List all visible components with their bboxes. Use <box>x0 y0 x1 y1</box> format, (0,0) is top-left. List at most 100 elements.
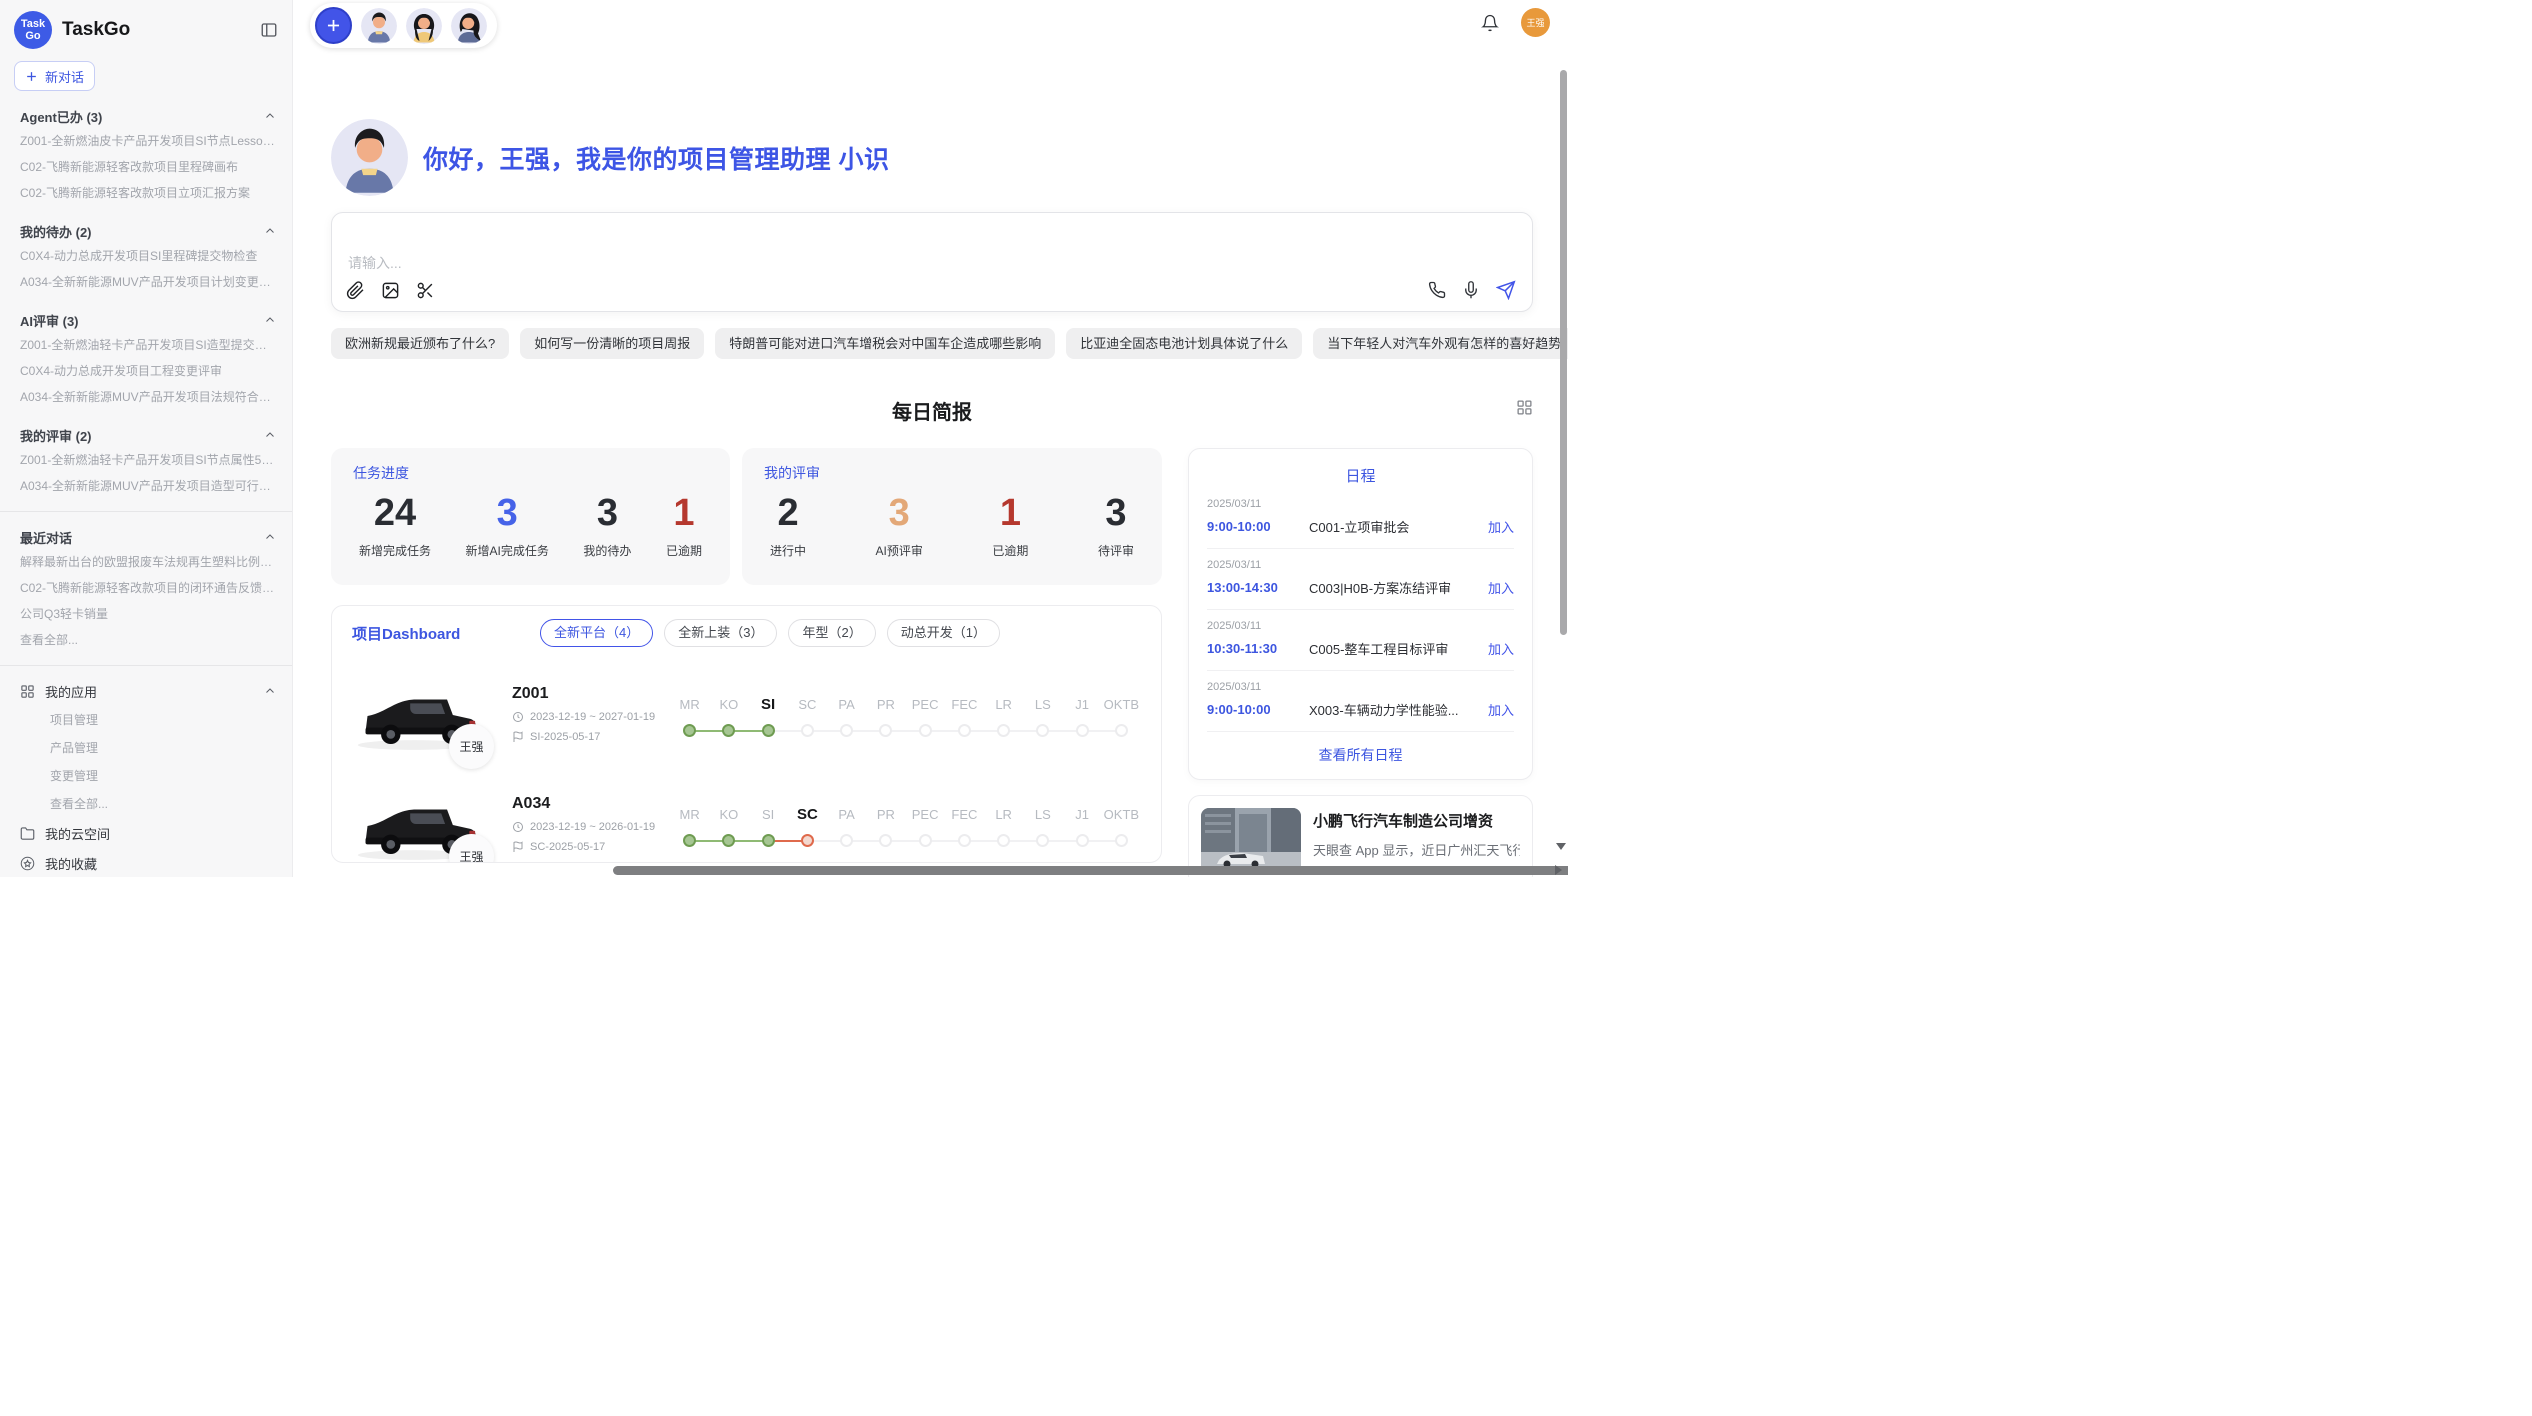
list-item[interactable]: C02-飞腾新能源轻客改款项目的闭环通告反馈情况 <box>0 575 292 601</box>
schedule-item[interactable]: 2025/03/11 10:30-11:30 C005-整车工程目标评审 加入 <box>1207 610 1514 671</box>
section-ai-review[interactable]: AI评审 (3) <box>0 308 292 332</box>
composer-tools-left <box>346 281 435 300</box>
tab-model-year[interactable]: 年型（2） <box>788 619 875 647</box>
sidebar-item-label: 我的云空间 <box>45 824 110 843</box>
dates-text: 2023-12-19 ~ 2027-01-19 <box>530 711 655 723</box>
list-item[interactable]: A034-全新新能源MUV产品开发项目造型可行性评审 <box>0 473 292 499</box>
section-recent-chats[interactable]: 最近对话 <box>0 525 292 549</box>
list-item[interactable]: C0X4-动力总成开发项目工程变更评审 <box>0 358 292 384</box>
suggestion-chip[interactable]: 欧洲新规最近颁布了什么? <box>331 328 509 359</box>
schedule-item[interactable]: 2025/03/11 13:00-14:30 C003|H0B-方案冻结评审 加… <box>1207 549 1514 610</box>
image-icon[interactable] <box>381 281 400 300</box>
project-name: A034 <box>512 795 664 813</box>
schedule-date: 2025/03/11 <box>1207 620 1514 632</box>
divider <box>0 511 292 512</box>
list-item[interactable]: Z001-全新燃油皮卡产品开发项目SI节点Lesson Learn报告 <box>0 128 292 154</box>
stat-in-progress: 2 进行中 <box>770 489 806 559</box>
clock-icon <box>512 711 524 723</box>
scroll-right-arrow[interactable] <box>1555 865 1562 875</box>
user-avatar[interactable]: 王强 <box>1521 8 1550 37</box>
list-item[interactable]: A034-全新新能源MUV产品开发项目计划变更表编写 <box>0 269 292 295</box>
suggestion-chip[interactable]: 当下年轻人对汽车外观有怎样的喜好趋势 <box>1313 328 1568 359</box>
agent-avatar-3[interactable] <box>451 8 487 44</box>
chevron-up-icon[interactable] <box>264 531 276 543</box>
list-item[interactable]: C02-飞腾新能源轻客改款项目里程碑画布 <box>0 154 292 180</box>
send-icon[interactable] <box>1496 280 1516 300</box>
stat-new-ai-done: 3 新增AI完成任务 <box>466 489 549 559</box>
section-my-review[interactable]: 我的评审 (2) <box>0 423 292 447</box>
project-image: 王强 <box>352 785 480 863</box>
phone-icon[interactable] <box>1428 281 1446 299</box>
sidebar-collapse-icon[interactable] <box>260 21 278 39</box>
microphone-icon[interactable] <box>1462 281 1480 299</box>
list-item[interactable]: Z001-全新燃油轻卡产品开发项目SI节点属性5D文件评审 <box>0 447 292 473</box>
app-item-project-mgmt[interactable]: 项目管理 <box>0 706 292 734</box>
chevron-up-icon[interactable] <box>264 225 276 237</box>
horizontal-scrollbar[interactable] <box>613 866 1568 875</box>
list-item[interactable]: Z001-全新燃油轻卡产品开发项目SI造型提交物评审 <box>0 332 292 358</box>
attachment-icon[interactable] <box>346 281 365 300</box>
sidebar-item-my-apps[interactable]: 我的应用 <box>0 676 292 706</box>
suggestion-chip[interactable]: 如何写一份清晰的项目周报 <box>520 328 704 359</box>
assistant-avatar <box>331 119 408 196</box>
layout-grid-icon[interactable] <box>1516 399 1533 416</box>
left-column: 任务进度 24 新增完成任务 3 新增AI完成任务 <box>331 448 1162 877</box>
stat-value: 2 <box>777 489 798 537</box>
sidebar-item-favorites[interactable]: 我的收藏 <box>0 848 292 877</box>
new-chat-label: 新对话 <box>45 67 84 86</box>
app-item-change-mgmt[interactable]: 变更管理 <box>0 762 292 790</box>
stat-value: 3 <box>597 489 618 537</box>
suggestion-chip[interactable]: 特朗普可能对进口汽车增税会对中国车企造成哪些影响 <box>715 328 1055 359</box>
join-link[interactable]: 加入 <box>1488 517 1514 536</box>
vertical-scrollbar[interactable] <box>1560 70 1567 635</box>
agent-avatar-2[interactable] <box>406 8 442 44</box>
list-item[interactable]: 解释最新出台的欧盟报废车法规再生塑料比例被调至15%... <box>0 549 292 575</box>
section-title: AI评审 (3) <box>20 311 79 330</box>
join-link[interactable]: 加入 <box>1488 639 1514 658</box>
grid-icon <box>20 684 35 699</box>
chevron-up-icon[interactable] <box>264 685 276 697</box>
join-link[interactable]: 加入 <box>1488 578 1514 597</box>
list-item[interactable]: C0X4-动力总成开发项目SI里程碑提交物检查 <box>0 243 292 269</box>
chat-composer[interactable]: 请输入... <box>331 212 1533 312</box>
view-all-chats[interactable]: 查看全部... <box>0 627 292 653</box>
sidebar-item-cloud-space[interactable]: 我的云空间 <box>0 818 292 848</box>
section-title: Agent已办 (3) <box>20 107 102 126</box>
agent-avatar-1[interactable] <box>361 8 397 44</box>
stat-new-done: 24 新增完成任务 <box>359 489 431 559</box>
schedule-item[interactable]: 2025/03/11 9:00-10:00 C001-立项审批会 加入 <box>1207 488 1514 549</box>
tab-new-platform[interactable]: 全新平台（4） <box>540 619 653 647</box>
suggestion-chip[interactable]: 比亚迪全固态电池计划具体说了什么 <box>1066 328 1302 359</box>
app-item-product-mgmt[interactable]: 产品管理 <box>0 734 292 762</box>
list-item[interactable]: A034-全新新能源MUV产品开发项目法规符合性评审 <box>0 384 292 410</box>
schedule-item[interactable]: 2025/03/11 9:00-10:00 X003-车辆动力学性能验... 加… <box>1207 671 1514 732</box>
schedule-name: C001-立项审批会 <box>1309 517 1478 536</box>
stat-value: 3 <box>1105 489 1126 537</box>
topbar-right: 王强 <box>1481 8 1550 37</box>
list-item[interactable]: 公司Q3轻卡销量 <box>0 601 292 627</box>
card-title: 我的评审 <box>764 463 1140 483</box>
project-row-a034[interactable]: 王强 A034 2023-12-19 ~ 2026-01-19 <box>352 781 1141 863</box>
new-chat-button[interactable]: 新对话 <box>14 61 95 91</box>
flag-text: SC-2025-05-17 <box>530 841 605 853</box>
join-link[interactable]: 加入 <box>1488 700 1514 719</box>
app-item-view-all[interactable]: 查看全部... <box>0 790 292 818</box>
project-row-z001[interactable]: 王强 Z001 2023-12-19 ~ 2027-01-19 <box>352 671 1141 757</box>
chevron-up-icon[interactable] <box>264 110 276 122</box>
tab-powertrain[interactable]: 动总开发（1） <box>887 619 1000 647</box>
schedule-date: 2025/03/11 <box>1207 559 1514 571</box>
news-card[interactable]: 小鹏飞行汽车制造公司增资 天眼查 App 显示，近日广州汇天飞行汽... <box>1188 795 1533 877</box>
add-agent-button[interactable] <box>315 7 352 44</box>
scroll-down-arrow[interactable] <box>1556 843 1566 850</box>
chevron-up-icon[interactable] <box>264 429 276 441</box>
section-agent-done[interactable]: Agent已办 (3) <box>0 104 292 128</box>
tab-new-body[interactable]: 全新上装（3） <box>664 619 777 647</box>
section-my-todo[interactable]: 我的待办 (2) <box>0 219 292 243</box>
view-all-schedule-link[interactable]: 查看所有日程 <box>1207 732 1514 771</box>
notification-bell-icon[interactable] <box>1481 14 1499 32</box>
scissors-icon[interactable] <box>416 281 435 300</box>
stat-value: 24 <box>374 489 416 537</box>
right-column: 日程 2025/03/11 9:00-10:00 C001-立项审批会 加入 2… <box>1188 448 1533 877</box>
chevron-up-icon[interactable] <box>264 314 276 326</box>
list-item[interactable]: C02-飞腾新能源轻客改款项目立项汇报方案 <box>0 180 292 206</box>
